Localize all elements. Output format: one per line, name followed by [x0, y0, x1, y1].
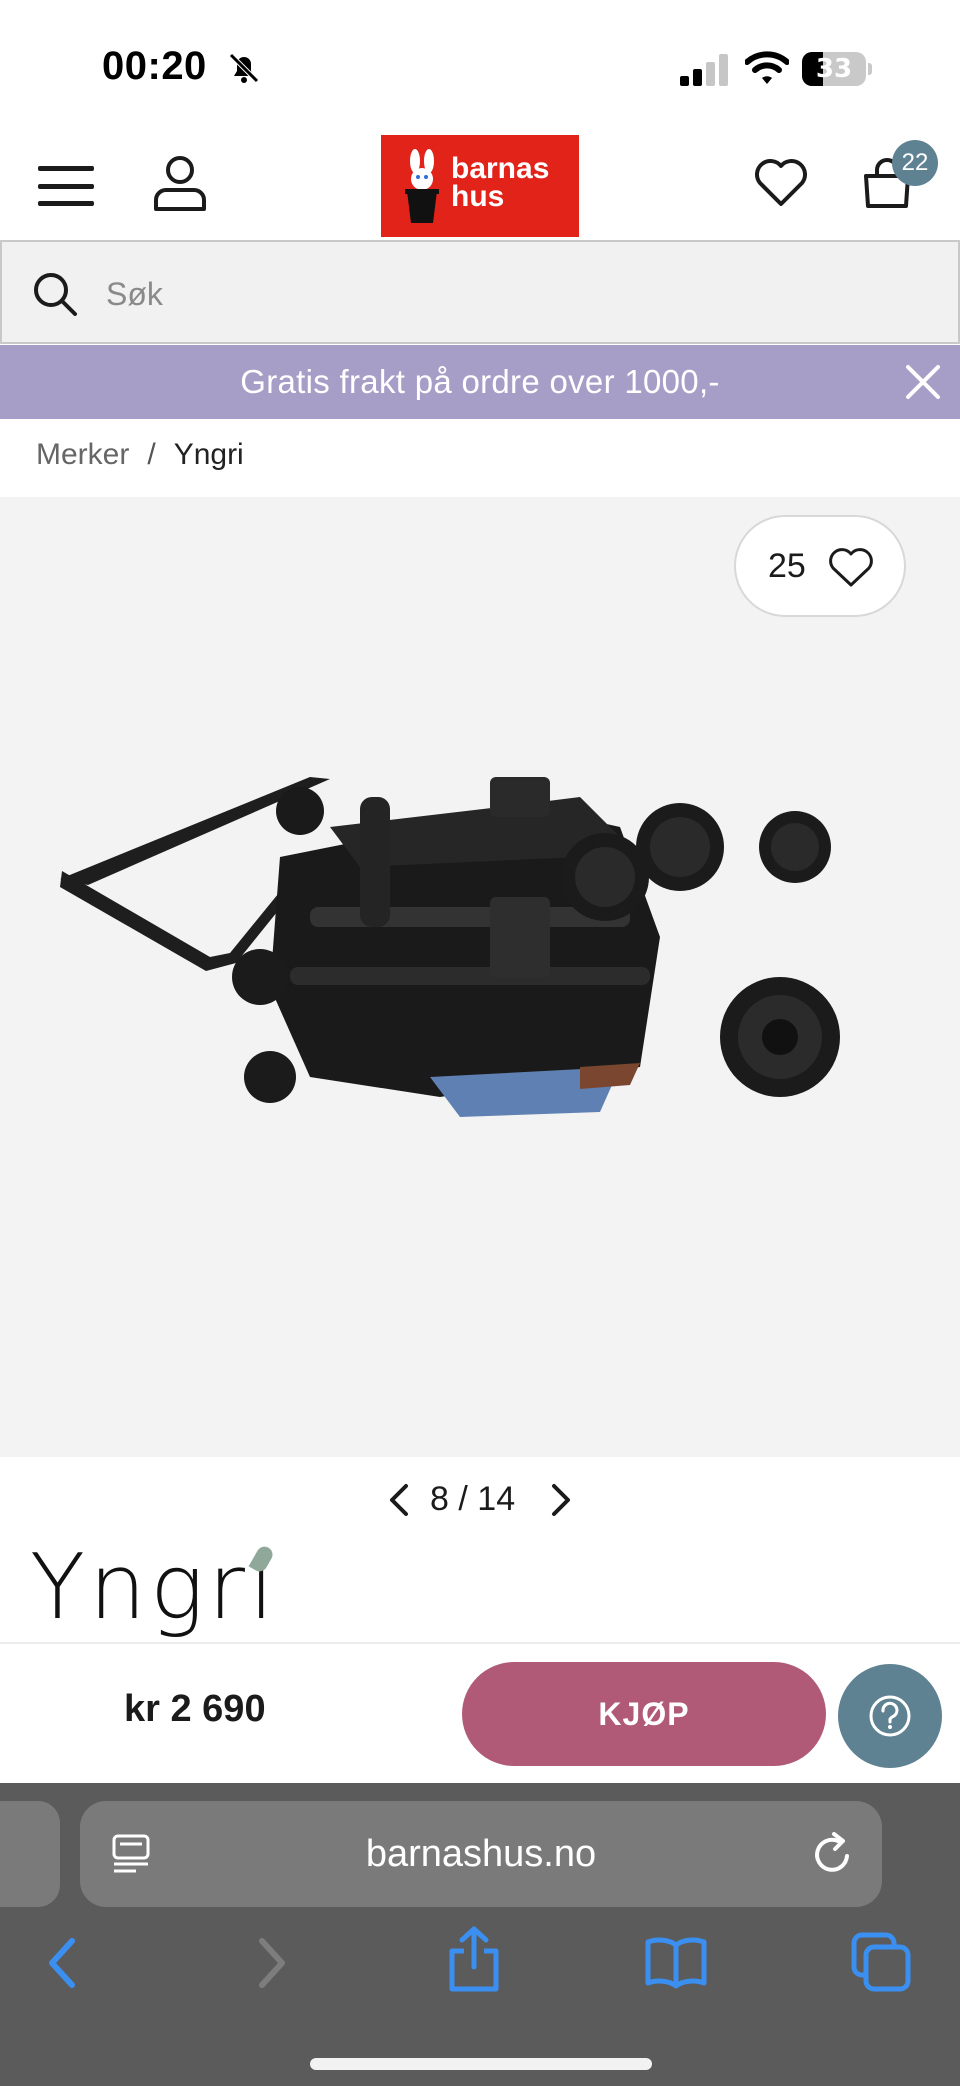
- barnas-hus-logo[interactable]: barnas hus: [381, 135, 579, 237]
- site-header: barnas hus 22: [0, 130, 960, 240]
- bookmarks-icon[interactable]: [644, 1933, 708, 1989]
- help-button[interactable]: [838, 1664, 942, 1768]
- chevron-left-icon[interactable]: [382, 1480, 418, 1520]
- product-price: kr 2 690: [124, 1688, 266, 1730]
- battery-indicator: 33: [802, 52, 872, 86]
- hamburger-menu-icon[interactable]: [36, 164, 96, 208]
- reload-icon[interactable]: [810, 1831, 856, 1877]
- pager-separator: /: [458, 1480, 468, 1518]
- free-shipping-banner: Gratis frakt på ordre over 1000,-: [0, 345, 960, 419]
- breadcrumb-item-merker[interactable]: Merker: [36, 438, 129, 471]
- like-count: 25: [768, 547, 806, 585]
- image-pager: 8 / 14: [0, 1468, 960, 1532]
- address-bar[interactable]: barnashus.no: [80, 1801, 882, 1907]
- wifi-icon: [745, 51, 789, 84]
- breadcrumb: Merker / Yngri: [36, 438, 244, 472]
- buy-bar: kr 2 690 KJØP: [0, 1642, 960, 1782]
- buy-button[interactable]: KJØP: [462, 1662, 826, 1766]
- yngri-brand-logo[interactable]: Yngri: [30, 1540, 278, 1636]
- share-icon[interactable]: [446, 1925, 502, 1993]
- browser-back-icon[interactable]: [40, 1933, 84, 1993]
- cellular-signal-icon: [680, 54, 728, 86]
- home-indicator: [310, 2058, 652, 2070]
- url-text: barnashus.no: [365, 1833, 597, 1875]
- chevron-right-icon[interactable]: [542, 1480, 578, 1520]
- bunny-logo-icon: [405, 149, 439, 223]
- breadcrumb-separator: /: [147, 438, 156, 471]
- question-mark-icon: [869, 1695, 911, 1737]
- search-bar: [0, 240, 960, 344]
- search-icon: [34, 273, 77, 316]
- tabs-overview-icon[interactable]: [850, 1931, 912, 1993]
- status-bar: 00:20 33: [0, 0, 960, 130]
- promo-text: Gratis frakt på ordre over 1000,-: [240, 363, 720, 400]
- wishlist-heart-icon[interactable]: [754, 156, 808, 208]
- browser-forward-icon[interactable]: [250, 1933, 294, 1993]
- pager-current: 8: [430, 1480, 449, 1518]
- heart-icon: [829, 548, 873, 587]
- pager-position: 8 / 14: [430, 1480, 515, 1519]
- bell-slash-icon: [229, 53, 259, 83]
- cart-count-badge: 22: [892, 140, 938, 186]
- previous-tab-peek[interactable]: [0, 1801, 60, 1907]
- product-image-gallery[interactable]: 25: [0, 497, 960, 1457]
- close-icon[interactable]: [904, 363, 942, 401]
- folded-stroller-image: [60, 777, 840, 1117]
- user-account-icon[interactable]: [152, 154, 208, 212]
- logo-line2: hus: [451, 180, 505, 213]
- like-button[interactable]: 25: [734, 515, 906, 617]
- search-input[interactable]: [106, 266, 906, 322]
- browser-toolbar: barnashus.no: [0, 1783, 960, 2086]
- logo-line1: barnas: [451, 152, 550, 185]
- battery-percent: 33: [815, 54, 853, 84]
- pager-total: 14: [477, 1480, 516, 1518]
- breadcrumb-item-yngri[interactable]: Yngri: [174, 438, 244, 471]
- status-time: 00:20: [102, 44, 207, 88]
